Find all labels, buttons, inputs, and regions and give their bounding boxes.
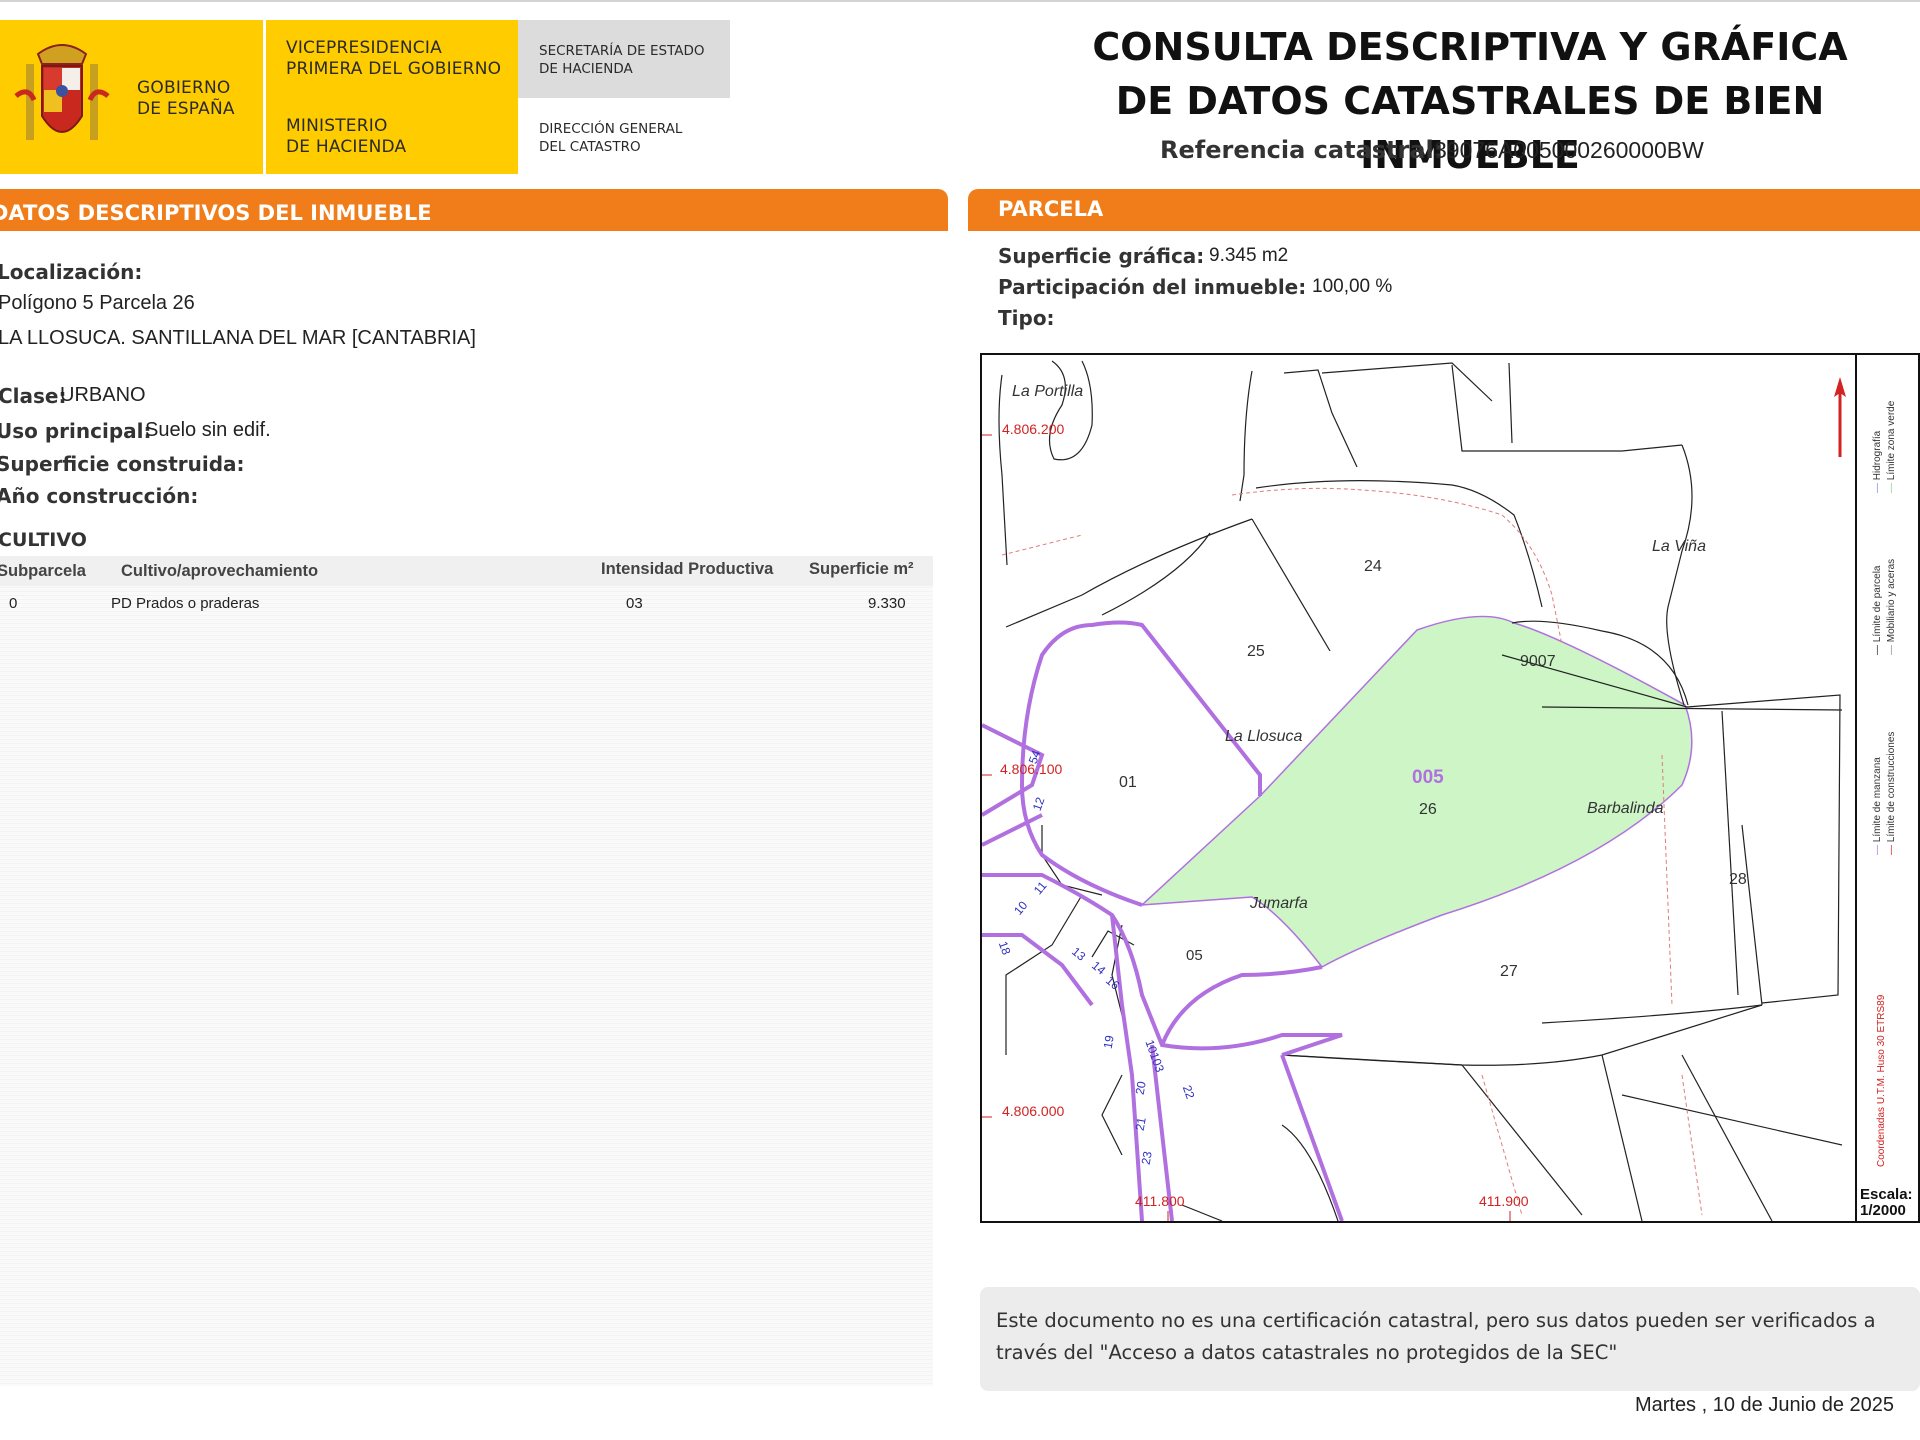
gobierno-label: GOBIERNO DE ESPAÑA (137, 78, 235, 120)
cultivo-title: CULTIVO (0, 529, 87, 551)
cell-cultivo: PD Prados o praderas (111, 595, 260, 612)
ministerio-line-2: DE HACIENDA (286, 137, 407, 157)
direccion-line-2: DEL CATASTRO (539, 139, 641, 155)
descriptivos-section-bar: DATOS DESCRIPTIVOS DEL INMUEBLE (0, 189, 948, 231)
poligono-label: 005 (1412, 767, 1444, 788)
anio-construccion-label: Año construcción: (0, 484, 199, 508)
street-number-21: 21 (1132, 1116, 1149, 1132)
gobierno-line-2: DE ESPAÑA (137, 99, 235, 119)
coord-y-4806200: 4.806.200 (1002, 421, 1065, 437)
cell-superficie: 9.330 (868, 595, 906, 612)
street-number-19: 19 (1100, 1034, 1117, 1050)
cadastral-map[interactable]: La Portilla La Viña La Llosuca Barbalind… (980, 353, 1920, 1223)
superficie-grafica-label: Superficie gráfica: (998, 244, 1205, 268)
parcel-number-27: 27 (1500, 963, 1518, 980)
uso-principal-label: Uso principal: (0, 419, 152, 443)
escala-value: 1/2000 (1860, 1202, 1906, 1219)
parcel-number-24: 24 (1364, 558, 1382, 575)
secretaria-label: SECRETARÍA DE ESTADO DE HACIENDA (539, 42, 705, 78)
vicepresidencia-label: VICEPRESIDENCIA PRIMERA DEL GOBIERNO (286, 38, 501, 80)
coord-y-4806100: 4.806.100 (1000, 761, 1063, 777)
north-arrow-icon (1834, 377, 1846, 457)
map-legend: — Límite zona verde — Hidrografía — Mobi… (1862, 375, 1914, 1175)
participacion-value: 100,00 % (1312, 276, 1393, 297)
clase-value: URBANO (60, 384, 146, 406)
map-label-la-vina: La Viña (1652, 538, 1706, 555)
disclaimer-note: Este documento no es una certificación c… (980, 1287, 1920, 1391)
clase-label: Clase: (0, 384, 67, 408)
parcel-number-01: 01 (1119, 774, 1137, 791)
cell-intensidad: 03 (626, 595, 643, 612)
col-superficie: Superficie m² (809, 560, 914, 578)
street-number-20: 20 (1132, 1080, 1149, 1096)
street-number-23: 23 (1138, 1150, 1155, 1166)
referencia-label: Referencia catastral: (1160, 136, 1444, 164)
coordinates-note: Coordenadas U.T.M. Huso 30 ETRS89 (1876, 994, 1887, 1167)
parcel-number-05: 05 (1186, 947, 1203, 964)
coord-x-411800: 411.800 (1135, 1193, 1185, 1209)
coat-of-arms-icon (14, 44, 110, 140)
map-label-jumarfa: Jumarfa (1250, 895, 1308, 912)
title-line-1: CONSULTA DESCRIPTIVA Y GRÁFICA (1092, 25, 1848, 69)
descriptivos-section-title: DATOS DESCRIPTIVOS DEL INMUEBLE (0, 201, 432, 225)
parcela-section-title: PARCELA (998, 197, 1104, 221)
cell-subparcela: 0 (9, 595, 18, 612)
referencia-value: 39076A005000260000BW (1434, 137, 1704, 163)
legend-divider (1855, 355, 1857, 1221)
title-line-2: DE DATOS CATASTRALES DE BIEN INMUEBLE (1115, 79, 1825, 177)
tipo-label: Tipo: (998, 306, 1055, 330)
legend-manzana-text: Límite de manzana (1872, 757, 1883, 843)
legend-construcciones-text: Límite de construcciones (1886, 731, 1897, 843)
map-label-la-portilla: La Portilla (1012, 383, 1084, 400)
localizacion-line-1: Polígono 5 Parcela 26 (0, 292, 195, 314)
logo-divider (263, 20, 266, 174)
coord-x-411900: 411.900 (1479, 1193, 1529, 1209)
document-date: Martes , 10 de Junio de 2025 (1634, 1394, 1894, 1416)
gobierno-line-1: GOBIERNO (137, 78, 231, 98)
ministerio-label: MINISTERIO DE HACIENDA (286, 116, 406, 158)
escala-label: Escala: (1860, 1186, 1913, 1203)
direccion-label: DIRECCIÓN GENERAL DEL CATASTRO (539, 120, 682, 156)
vicepresidencia-line-2: PRIMERA DEL GOBIERNO (286, 59, 502, 79)
col-intensidad: Intensidad Productiva (601, 560, 774, 578)
col-cultivo: Cultivo/aprovechamiento (121, 562, 319, 580)
superficie-grafica-value: 9.345 m2 (1209, 245, 1289, 266)
superficie-construida-label: Superficie construida: (0, 452, 245, 476)
localizacion-label: Localización: (0, 260, 143, 284)
legend-manzana: — Límite de manzana (1872, 757, 1883, 855)
legend-construcciones: — Límite de construcciones (1886, 731, 1897, 855)
ministerio-line-1: MINISTERIO (286, 116, 388, 136)
cultivo-table-panel (0, 556, 933, 1386)
parcel-number-25: 25 (1247, 643, 1265, 660)
highlighted-parcel-26[interactable] (1139, 615, 1693, 968)
parcel-number-28: 28 (1729, 871, 1747, 888)
participacion-label: Participación del inmueble: (998, 275, 1307, 299)
uso-principal-value: Suelo sin edif. (145, 419, 271, 441)
parcela-section-bar: PARCELA (968, 189, 1920, 231)
map-scale: Escala: 1/2000 (1860, 1187, 1913, 1219)
coord-y-4806000: 4.806.000 (1002, 1103, 1065, 1119)
secretaria-line-1: SECRETARÍA DE ESTADO (539, 43, 705, 59)
localizacion-line-2: LA LLOSUCA. SANTILLANA DEL MAR [CANTABRI… (0, 327, 476, 349)
direccion-line-1: DIRECCIÓN GENERAL (539, 121, 683, 137)
map-label-barbalinda: Barbalinda (1587, 800, 1664, 817)
vicepresidencia-line-1: VICEPRESIDENCIA (286, 38, 442, 58)
map-label-la-llosuca: La Llosuca (1225, 728, 1303, 745)
secretaria-line-2: DE HACIENDA (539, 61, 633, 77)
parcel-number-26: 26 (1419, 801, 1437, 818)
top-rule (0, 0, 1920, 2)
parcel-number-9007: 9007 (1520, 653, 1556, 670)
col-subparcela: Subparcela (0, 562, 86, 580)
